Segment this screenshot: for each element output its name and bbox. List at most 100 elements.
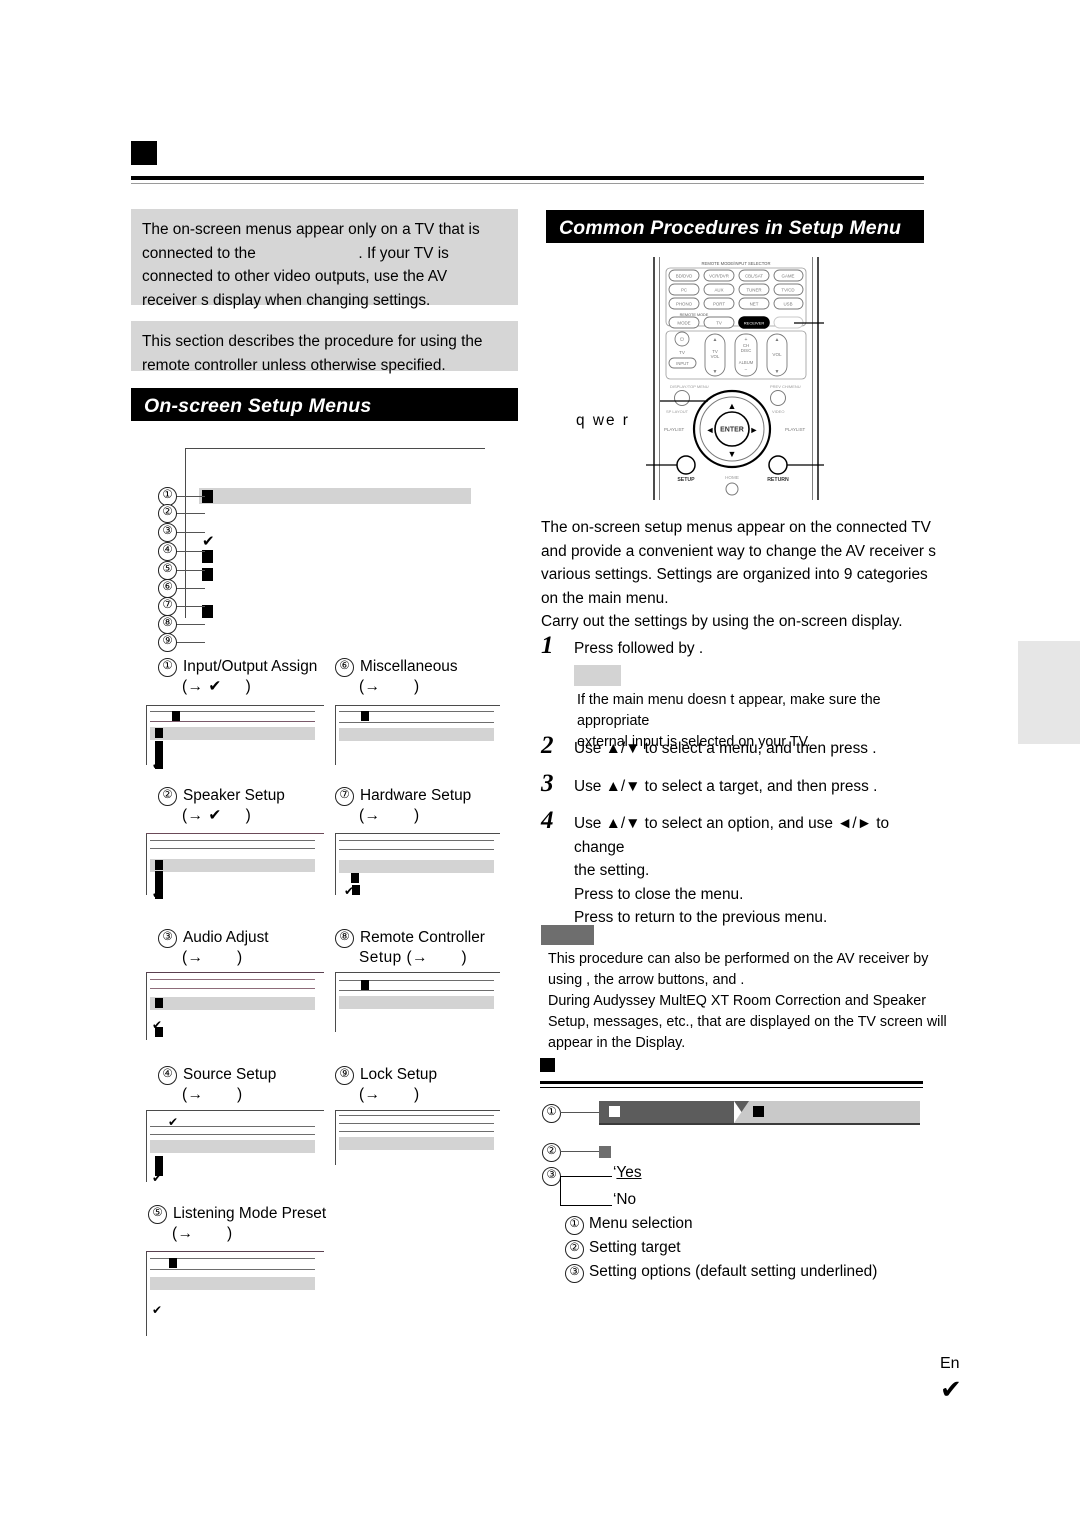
footer-language: En xyxy=(940,1355,960,1372)
sample-option-yes: ‘Yes xyxy=(613,1163,642,1183)
sb9-rule-b xyxy=(339,1123,494,1124)
category-5-title: Listening Mode Preset xyxy=(173,1205,327,1222)
svg-text:VIDEO: VIDEO xyxy=(772,409,784,414)
leader-line-2 xyxy=(175,513,205,514)
sb8-top xyxy=(335,972,500,973)
svg-text:VOL: VOL xyxy=(772,352,782,357)
manual-page: The on-screen menus appear only on a TV … xyxy=(0,0,1080,1528)
sb2-item4 xyxy=(155,889,163,899)
sb4-item1 xyxy=(155,1156,163,1166)
svg-text:REMOTE MODE/INPUT SELECTOR: REMOTE MODE/INPUT SELECTOR xyxy=(702,261,771,266)
submenu-box-2: ✔ xyxy=(146,833,324,900)
sample-number-3: ③ xyxy=(542,1167,561,1186)
intro-paragraph: The on-screen setup menus appear on the … xyxy=(541,516,941,634)
cat7-ref-open: (→ xyxy=(359,807,381,824)
sb5-check: ✔ xyxy=(152,1303,163,1317)
sample-heading-marker xyxy=(540,1058,555,1072)
svg-text:AUX: AUX xyxy=(714,287,723,292)
cat6-ref-open: (→ xyxy=(359,678,381,695)
category-5-ref: (→ ) xyxy=(172,1224,326,1244)
step1-tip-label-block xyxy=(574,665,621,686)
svg-text:RECEIVER: RECEIVER xyxy=(744,320,765,325)
svg-text:NET: NET xyxy=(750,301,759,306)
sb7-top xyxy=(335,833,500,834)
category-6-ref: (→ ) xyxy=(359,677,458,697)
step-3: 3 Use ▲/▼ to select a target, and then p… xyxy=(541,770,941,799)
sb4-check: ✔ xyxy=(152,1171,163,1185)
sb2-left xyxy=(146,833,147,895)
leader-line-6 xyxy=(175,588,205,589)
cat1-ref-close: ) xyxy=(245,678,252,695)
step-4-line-1: Use ▲/▼ to select an option, and use ◄/►… xyxy=(574,815,890,856)
svg-text:DISPLAY/TOP MENU: DISPLAY/TOP MENU xyxy=(670,384,709,389)
step-4: 4 Use ▲/▼ to select an option, and use ◄… xyxy=(541,808,941,930)
step-1-text: Press followed by . xyxy=(574,640,704,657)
intro-line-4: on the main menu. xyxy=(541,589,669,607)
category-2-title: Speaker Setup xyxy=(183,787,285,804)
step-4-line-2: the setting. xyxy=(574,862,650,879)
svg-text:USB: USB xyxy=(783,301,792,306)
category-2-number: ② xyxy=(158,787,177,806)
header-marker-block xyxy=(131,141,157,165)
sample-rule-thick xyxy=(540,1081,923,1084)
svg-text:▲: ▲ xyxy=(775,337,780,343)
submenu-box-4: ✔ ✔ xyxy=(146,1110,324,1185)
note-label-block xyxy=(541,925,594,945)
sb2-rule-b xyxy=(150,848,315,849)
category-source-setup: ④ Source Setup (→ ) xyxy=(158,1065,276,1105)
sample-setting-target-marker xyxy=(599,1146,611,1158)
sb6-top xyxy=(335,705,500,706)
sb7-band xyxy=(339,860,494,873)
sb7-rule-a xyxy=(339,840,494,841)
sb9-rule-c xyxy=(339,1131,494,1132)
svg-text:DISC: DISC xyxy=(741,348,752,353)
svg-text:HOME: HOME xyxy=(725,475,739,480)
note-line-3: During Audyssey MultEQ XT Room Correctio… xyxy=(548,993,926,1009)
main-menu-number-5: ⑤ xyxy=(158,561,177,580)
remote-controller-illustration: REMOTE MODE/INPUT SELECTOR BD/DVD VCR/DV… xyxy=(640,257,826,500)
category-3-ref: (→ ) xyxy=(182,948,269,968)
section-heading-common-procedures: Common Procedures in Setup Menu xyxy=(546,210,924,243)
legend-item-2: ② Setting target xyxy=(565,1236,877,1260)
svg-text:TUNER: TUNER xyxy=(746,287,761,292)
svg-text:VCR/DVR: VCR/DVR xyxy=(709,273,729,278)
intro-line-3: various settings. Settings are organized… xyxy=(541,566,928,583)
sb6-rule-b xyxy=(339,722,494,723)
category-7-title: Hardware Setup xyxy=(360,787,472,804)
note-line-5: appear in the Display. xyxy=(548,1035,686,1051)
sb9-rule-a xyxy=(339,1115,494,1116)
svg-text:▼: ▼ xyxy=(713,369,718,375)
sample-bracket-vertical xyxy=(560,1176,561,1206)
sb5-rule-b xyxy=(150,1269,315,1270)
header-rule-thin xyxy=(131,183,924,184)
category-speaker-setup: ② Speaker Setup (→ ✔ ) xyxy=(158,786,285,826)
category-7-ref: (→ ) xyxy=(359,806,471,826)
category-4-number: ④ xyxy=(158,1066,177,1085)
sample-option-no: ‘No xyxy=(613,1190,636,1210)
category-9-title: Lock Setup xyxy=(360,1066,438,1083)
sb1-marker xyxy=(172,711,180,721)
cat5-ref-open: (→ xyxy=(172,1225,194,1242)
svg-text:CBL/SAT: CBL/SAT xyxy=(745,273,763,278)
step-3-text: Use ▲/▼ to select a target, and then pre… xyxy=(574,778,878,795)
svg-text:REMOTE MODE: REMOTE MODE xyxy=(680,313,709,317)
leader-line-8 xyxy=(175,624,205,625)
sb7-item2 xyxy=(352,885,360,895)
category-8-title: Remote Controller xyxy=(360,929,485,946)
category-listening-mode-preset: ⑤ Listening Mode Preset (→ ) xyxy=(148,1204,326,1244)
step-1-number: 1 xyxy=(541,632,554,659)
sb3-item2 xyxy=(155,1027,163,1037)
category-4-ref: (→ ) xyxy=(182,1085,276,1105)
sb6-left xyxy=(335,705,336,765)
main-menu-number-4: ④ xyxy=(158,542,177,561)
note-line-1: This procedure can also be performed on … xyxy=(548,951,929,967)
cat3-ref-close: ) xyxy=(236,949,243,966)
cat3-ref-open: (→ xyxy=(182,949,204,966)
legend-1-text: Menu selection xyxy=(589,1215,693,1232)
svg-text:MODE: MODE xyxy=(677,320,690,325)
category-1-number: ① xyxy=(158,658,177,677)
submenu-box-9 xyxy=(335,1110,500,1165)
step-2-number: 2 xyxy=(541,732,554,759)
sb4-left xyxy=(146,1110,147,1182)
step-3-number: 3 xyxy=(541,770,554,797)
